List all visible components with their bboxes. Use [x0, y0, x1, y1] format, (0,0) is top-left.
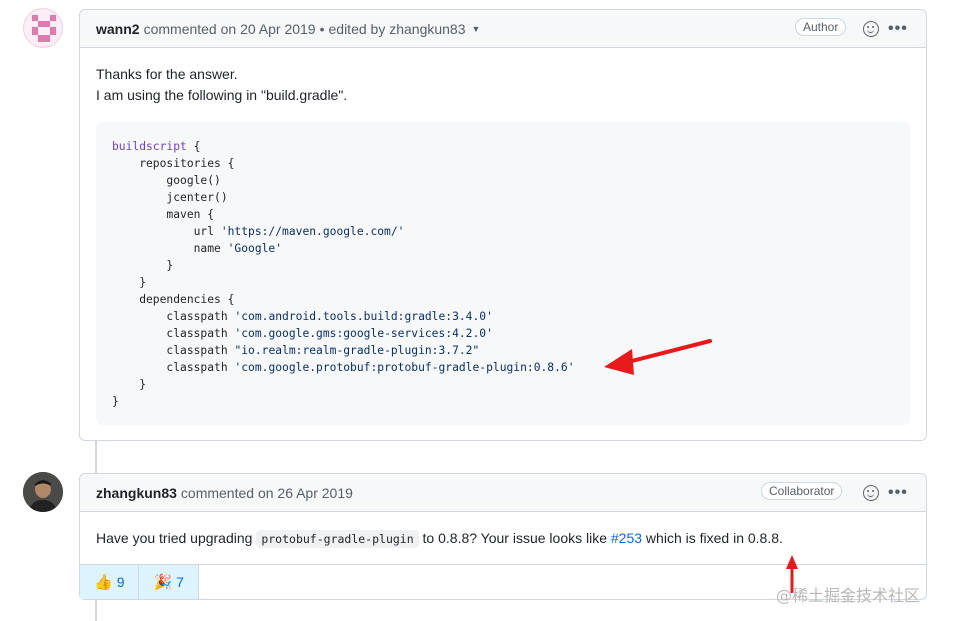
code-line: } [112, 395, 119, 408]
comment-text: Thanks for the answer. [96, 66, 238, 82]
identicon-icon [24, 9, 62, 47]
text-segment: which is fixed in 0.8.8. [642, 530, 783, 546]
code-string: 'com.android.tools.build:gradle:3.4.0' [234, 310, 493, 323]
smiley-icon[interactable] [863, 21, 879, 37]
timeline-connector [95, 598, 97, 621]
avatar[interactable] [23, 8, 63, 48]
code-text: classpath [112, 310, 235, 323]
more-options-icon[interactable]: ••• [888, 483, 908, 503]
collaborator-badge: Collaborator [761, 482, 843, 500]
chevron-down-icon[interactable]: ▼ [472, 24, 481, 34]
text-segment: to 0.8.8? Your issue looks like [418, 530, 611, 546]
reaction-hooray[interactable]: 🎉 7 [139, 565, 199, 599]
reaction-thumbs-up[interactable]: 👍 9 [80, 565, 140, 599]
comment-card: zhangkun83 commented on 26 Apr 2019 Coll… [79, 473, 927, 600]
comment-timestamp[interactable]: commented on 26 Apr 2019 [181, 485, 353, 501]
user-photo-icon [23, 472, 63, 512]
reaction-count: 9 [116, 574, 125, 590]
comment-author[interactable]: wann2 [96, 21, 140, 37]
code-keyword: buildscript [112, 140, 187, 153]
text-segment: Have you tried upgrading [96, 530, 257, 546]
code-line: jcenter() [112, 191, 228, 204]
timeline-connector [95, 440, 97, 473]
reaction-count: 7 [176, 574, 184, 590]
inline-code: protobuf-gradle-plugin [256, 530, 419, 548]
code-text: classpath [112, 344, 235, 357]
code-line: repositories { [112, 157, 235, 170]
code-text: name [112, 242, 228, 255]
code-line: } [112, 378, 147, 391]
comment-header: wann2 commented on 20 Apr 2019 • edited … [80, 10, 926, 48]
code-string: 'com.google.protobuf:protobuf-gradle-plu… [234, 361, 575, 374]
code-text: { [186, 140, 201, 153]
code-line: } [112, 276, 147, 289]
code-string: 'Google' [227, 242, 283, 255]
comment-author[interactable]: zhangkun83 [96, 485, 177, 501]
code-text: classpath [112, 327, 235, 340]
code-string: "io.realm:realm-gradle-plugin:3.7.2" [234, 344, 480, 357]
code-line: google() [112, 174, 221, 187]
code-block: buildscript { repositories { google() jc… [96, 122, 910, 425]
issue-link[interactable]: #253 [611, 530, 642, 546]
comment-card: wann2 commented on 20 Apr 2019 • edited … [79, 9, 927, 441]
comment-body: Have you tried upgrading protobuf-gradle… [80, 512, 926, 566]
smiley-icon[interactable] [863, 485, 879, 501]
party-popper-icon: 🎉 [153, 574, 173, 591]
comment-header: zhangkun83 commented on 26 Apr 2019 Coll… [80, 474, 926, 512]
edited-by[interactable]: edited by zhangkun83 [329, 21, 466, 37]
comment-timestamp[interactable]: commented on 20 Apr 2019 [144, 21, 316, 37]
separator-dot: • [319, 20, 325, 37]
thumbs-up-icon: 👍 [94, 574, 113, 591]
code-string: 'com.google.gms:google-services:4.2.0' [234, 327, 493, 340]
code-text: classpath [112, 361, 235, 374]
code-line: } [112, 259, 174, 272]
watermark: @稀土掘金技术社区 [776, 586, 921, 605]
comment-text: I am using the following in "build.gradl… [96, 87, 348, 103]
author-badge: Author [795, 18, 847, 36]
avatar[interactable] [23, 472, 63, 512]
code-text: url [112, 225, 221, 238]
code-line: dependencies { [112, 293, 235, 306]
code-string: 'https://maven.google.com/' [220, 225, 405, 238]
code-line: maven { [112, 208, 215, 221]
more-options-icon[interactable]: ••• [888, 19, 908, 39]
comment-text: Have you tried upgrading protobuf-gradle… [96, 528, 910, 550]
comment-body: Thanks for the answer. I am using the fo… [80, 48, 926, 441]
